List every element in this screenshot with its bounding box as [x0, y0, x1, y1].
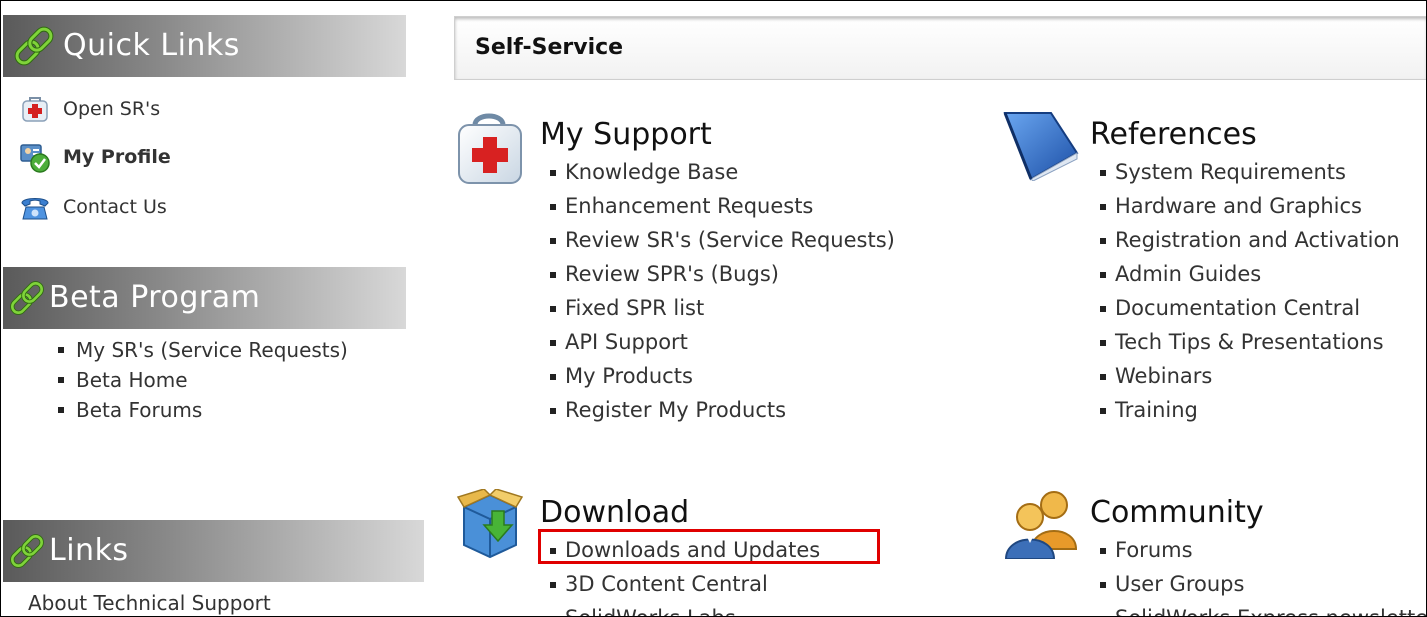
community-list: Forums User Groups SolidWorks Express ne… [1097, 533, 1426, 616]
link-hardware-and-graphics[interactable]: Hardware and Graphics [1097, 189, 1400, 223]
my-support-list: Knowledge Base Enhancement Requests Revi… [547, 155, 895, 427]
section-title: References [1090, 117, 1257, 152]
link-tech-tips[interactable]: Tech Tips & Presentations [1097, 325, 1400, 359]
book-icon [1003, 112, 1079, 181]
highlight-box [538, 529, 880, 564]
first-aid-kit-icon [22, 97, 48, 122]
chain-link-icon [10, 281, 44, 315]
section-title: Community [1090, 495, 1264, 530]
about-technical-support-link[interactable]: About Technical Support [28, 591, 271, 615]
quick-link-contact-us[interactable]: Contact Us [19, 191, 167, 223]
link-3d-content-central[interactable]: 3D Content Central [547, 567, 820, 601]
beta-program-list: My SR's (Service Requests) Beta Home Bet… [58, 335, 348, 425]
user-group-icon [1004, 491, 1078, 559]
link-forums[interactable]: Forums [1097, 533, 1426, 567]
chain-link-icon [14, 26, 54, 66]
link-training[interactable]: Training [1097, 393, 1400, 427]
quick-link-label: Contact Us [63, 196, 167, 218]
link-knowledge-base[interactable]: Knowledge Base [547, 155, 895, 189]
beta-link-beta-forums[interactable]: Beta Forums [58, 395, 348, 425]
quick-links-title: Quick Links [63, 28, 240, 63]
section-title: Download [540, 495, 690, 530]
quick-link-label: My Profile [63, 146, 171, 168]
self-service-header: Self-Service [454, 16, 1426, 80]
links-header: Links [3, 520, 424, 582]
links-title: Links [49, 533, 129, 568]
quick-link-my-profile[interactable]: My Profile [19, 141, 171, 173]
page-frame: Quick Links Open SR's My Profile Contact… [0, 0, 1427, 617]
beta-link-beta-home[interactable]: Beta Home [58, 365, 348, 395]
quick-links-header: Quick Links [3, 15, 406, 77]
user-profile-icon [20, 144, 50, 173]
quick-link-open-srs[interactable]: Open SR's [19, 93, 160, 125]
link-review-sprs[interactable]: Review SPR's (Bugs) [547, 257, 895, 291]
chain-link-icon [10, 534, 44, 568]
first-aid-kit-icon [458, 113, 522, 184]
link-documentation-central[interactable]: Documentation Central [1097, 291, 1400, 325]
link-solidworks-express-newsletter[interactable]: SolidWorks Express newsletter [1097, 601, 1426, 616]
page-title: Self-Service [475, 35, 624, 60]
quick-link-label: Open SR's [63, 98, 161, 120]
link-api-support[interactable]: API Support [547, 325, 895, 359]
telephone-icon [21, 198, 49, 220]
section-title: My Support [540, 117, 712, 152]
link-webinars[interactable]: Webinars [1097, 359, 1400, 393]
link-review-srs[interactable]: Review SR's (Service Requests) [547, 223, 895, 257]
sidebar: Quick Links Open SR's My Profile Contact… [1, 1, 431, 616]
link-fixed-spr-list[interactable]: Fixed SPR list [547, 291, 895, 325]
beta-link-my-srs[interactable]: My SR's (Service Requests) [58, 335, 348, 365]
link-register-my-products[interactable]: Register My Products [547, 393, 895, 427]
link-user-groups[interactable]: User Groups [1097, 567, 1426, 601]
references-list: System Requirements Hardware and Graphic… [1097, 155, 1400, 427]
link-enhancement-requests[interactable]: Enhancement Requests [547, 189, 895, 223]
link-solidworks-labs[interactable]: SolidWorks Labs [547, 601, 820, 616]
download-box-icon [456, 489, 524, 559]
link-registration-and-activation[interactable]: Registration and Activation [1097, 223, 1400, 257]
link-admin-guides[interactable]: Admin Guides [1097, 257, 1400, 291]
beta-program-header: Beta Program [3, 267, 406, 329]
link-system-requirements[interactable]: System Requirements [1097, 155, 1400, 189]
beta-program-title: Beta Program [49, 280, 261, 315]
link-my-products[interactable]: My Products [547, 359, 895, 393]
